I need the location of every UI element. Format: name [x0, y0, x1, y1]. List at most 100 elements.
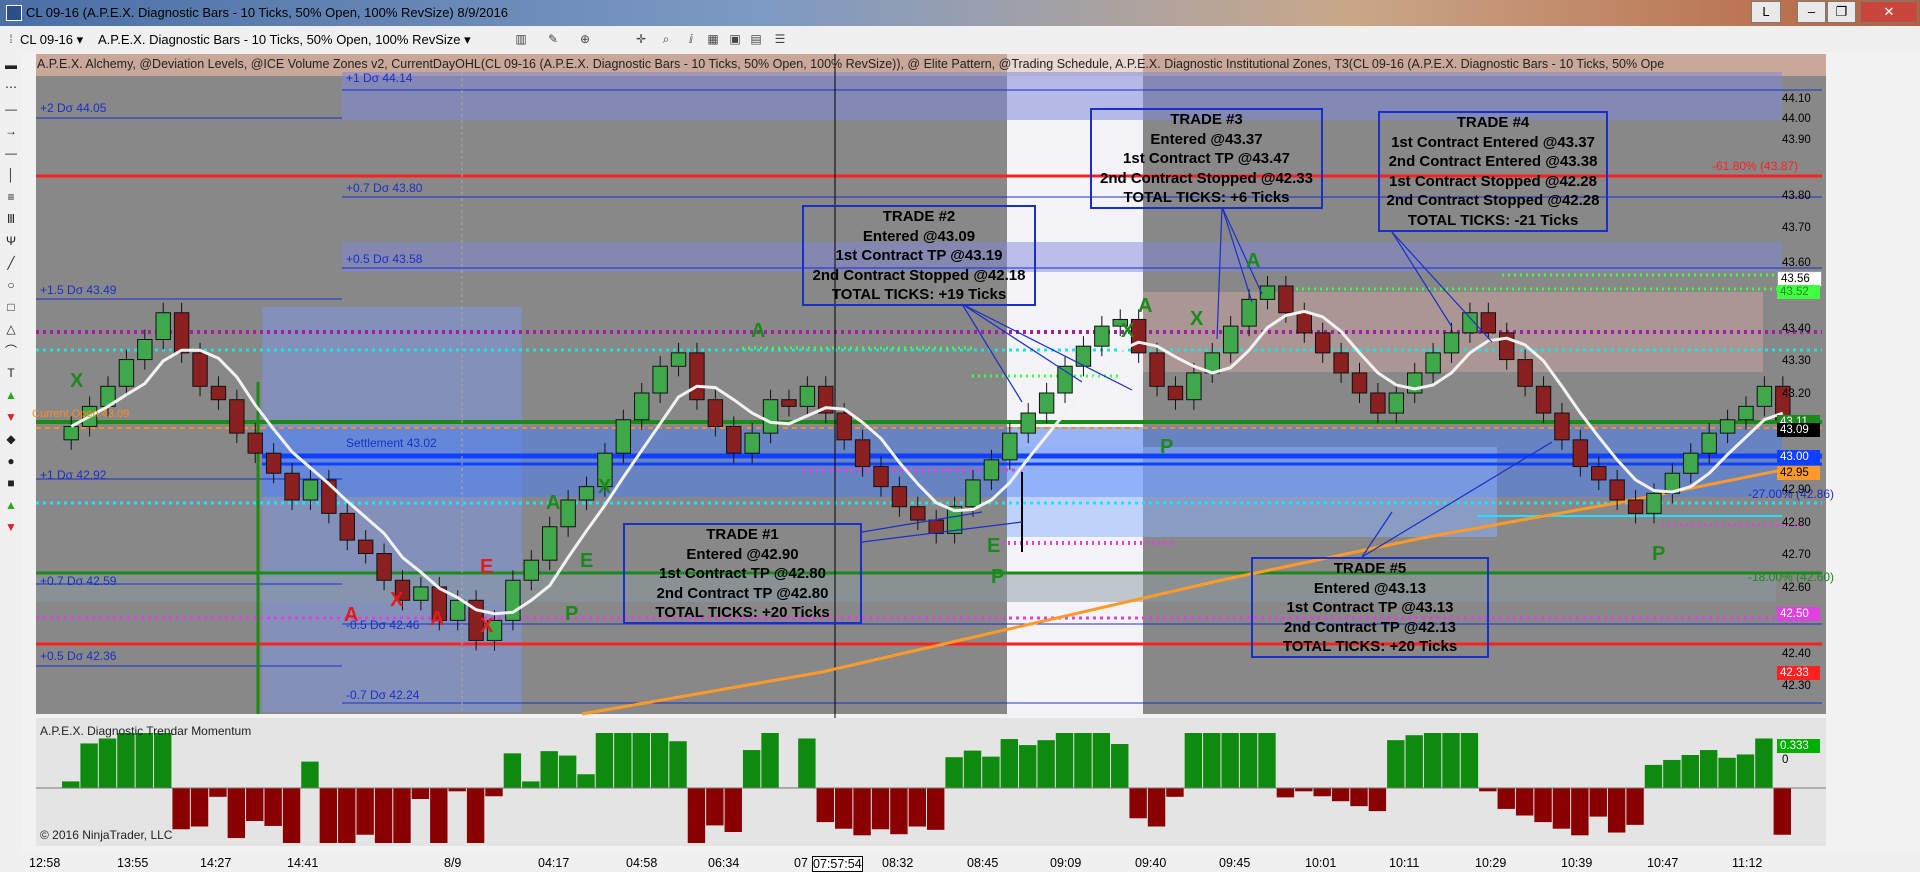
- candle-body: [1296, 312, 1312, 334]
- momentum-bar: [1552, 788, 1571, 829]
- fib-icon[interactable]: Ⅲ: [2, 210, 20, 228]
- bar-type-selector[interactable]: A.P.E.X. Diagnostic Bars - 10 Ticks, 50%…: [98, 32, 471, 48]
- gann-icon[interactable]: ╱: [2, 254, 20, 272]
- image-icon[interactable]: ▣: [727, 31, 743, 47]
- horizontal-line-icon[interactable]: —: [2, 100, 20, 118]
- template-icon[interactable]: ▤: [748, 31, 764, 47]
- diamond-icon[interactable]: ◆: [2, 430, 20, 448]
- square-icon[interactable]: ■: [2, 474, 20, 492]
- price-axis-label: 43.40: [1782, 323, 1811, 335]
- candle-body: [873, 466, 889, 488]
- candle-body: [1259, 285, 1276, 300]
- momentum-bar: [172, 788, 190, 830]
- triangle-icon[interactable]: △: [2, 320, 20, 338]
- candle-body: [155, 312, 171, 340]
- momentum-bar: [834, 788, 853, 829]
- momentum-bar: [1571, 788, 1589, 836]
- time-label: 8/9: [444, 856, 462, 870]
- price-tag: 43.00: [1777, 450, 1820, 464]
- momentum-bar: [374, 788, 393, 843]
- price-tag: 43.52: [1777, 285, 1820, 299]
- signal-p: P: [1160, 436, 1174, 458]
- triangle-up-icon[interactable]: ▲: [2, 496, 20, 514]
- candle-body: [726, 425, 742, 454]
- momentum-bar: [338, 788, 356, 843]
- triangle-down-icon[interactable]: ▼: [2, 518, 20, 536]
- rectangle-icon[interactable]: □: [2, 298, 20, 316]
- andrews-icon[interactable]: Ψ: [2, 232, 20, 250]
- pencil-icon[interactable]: ✎: [545, 31, 561, 47]
- momentum-bar: [1019, 745, 1037, 788]
- momentum-bar: [1350, 788, 1368, 807]
- time-label: 12:58: [29, 856, 61, 870]
- momentum-bar: [1681, 755, 1699, 788]
- level-label: +2 Dσ 44.05: [40, 101, 107, 115]
- momentum-bar: [1534, 788, 1552, 823]
- draw-rect-icon[interactable]: ▬: [2, 56, 20, 74]
- minimize-button[interactable]: –: [1797, 1, 1826, 23]
- time-label: 07: [794, 856, 808, 870]
- momentum-bar: [1000, 739, 1019, 788]
- strategy-icon[interactable]: ▦: [705, 31, 721, 47]
- arrow-line-icon[interactable]: →: [2, 122, 20, 140]
- candle-body: [1591, 466, 1607, 481]
- bar-style-icon[interactable]: ▥: [513, 31, 529, 47]
- time-label: 10:11: [1389, 856, 1420, 870]
- zoom-icon[interactable]: ⌕: [658, 31, 674, 47]
- momentum-bar: [1313, 788, 1331, 797]
- price-chart[interactable]: A.P.E.X. Alchemy, @Deviation Levels, @IC…: [22, 52, 1920, 872]
- candle-body: [523, 559, 540, 581]
- link-button[interactable]: L: [1751, 1, 1781, 23]
- level-label: +0.7 Dσ 43.80: [346, 181, 423, 195]
- text-icon[interactable]: T: [2, 364, 20, 382]
- momentum-bar: [1074, 733, 1092, 788]
- indicators-icon[interactable]: ⅈ: [683, 31, 699, 47]
- signal-a: A: [344, 604, 359, 626]
- ellipse-icon[interactable]: ○: [2, 276, 20, 294]
- candle-body: [1517, 359, 1533, 387]
- ray-icon[interactable]: —: [2, 144, 20, 162]
- arrow-down-icon[interactable]: ▼: [2, 408, 20, 426]
- crosshair-menu-icon[interactable]: ✛: [633, 31, 649, 47]
- momentum-panel[interactable]: A.P.E.X. Diagnostic Trendar Momentum © 2…: [36, 718, 1826, 846]
- momentum-bar: [614, 733, 632, 788]
- momentum-bar: [264, 788, 282, 826]
- dots-icon[interactable]: ⋯: [2, 78, 20, 96]
- vertical-line-icon[interactable]: │: [2, 166, 20, 184]
- momentum-bar: [282, 788, 301, 843]
- properties-icon[interactable]: ☰: [772, 31, 788, 47]
- close-button[interactable]: ✕: [1860, 1, 1918, 23]
- candle-body: [1554, 412, 1570, 441]
- price-axis-label: 44.10: [1782, 93, 1811, 105]
- arrow-up-icon[interactable]: ▲: [2, 386, 20, 404]
- momentum-bar: [1129, 788, 1147, 819]
- instrument-selector[interactable]: CL 09-16 ▾: [20, 32, 83, 48]
- momentum-bar: [1626, 788, 1644, 825]
- candle-body: [357, 539, 374, 554]
- price-axis-label: 43.80: [1782, 190, 1811, 202]
- candle-body: [1241, 298, 1257, 327]
- candle-body: [1002, 432, 1018, 461]
- candle-body: [284, 472, 300, 501]
- candle-body: [118, 359, 135, 387]
- signal-a: A: [1246, 250, 1261, 272]
- restore-button[interactable]: ❐: [1827, 1, 1856, 23]
- price-axis-label: 43.90: [1782, 134, 1811, 146]
- candle-body: [1738, 405, 1754, 421]
- momentum-bar: [1276, 788, 1295, 798]
- momentum-bar: [1037, 740, 1055, 788]
- momentum-bar: [1497, 788, 1515, 809]
- momentum-bar: [411, 788, 430, 799]
- price-axis-label: 44.00: [1782, 113, 1811, 125]
- arc-icon[interactable]: ⌒: [2, 342, 20, 360]
- channel-icon[interactable]: ≡: [2, 188, 20, 206]
- dot-icon[interactable]: ●: [2, 452, 20, 470]
- momentum-bar: [301, 761, 319, 788]
- candle-body: [1388, 392, 1405, 414]
- momentum-bar: [1589, 788, 1607, 817]
- momentum-bar: [246, 788, 264, 821]
- momentum-bar: [540, 751, 558, 788]
- momentum-bar: [927, 788, 945, 830]
- crosshair-icon[interactable]: ⊕: [577, 31, 593, 47]
- signal-x: X: [390, 589, 404, 611]
